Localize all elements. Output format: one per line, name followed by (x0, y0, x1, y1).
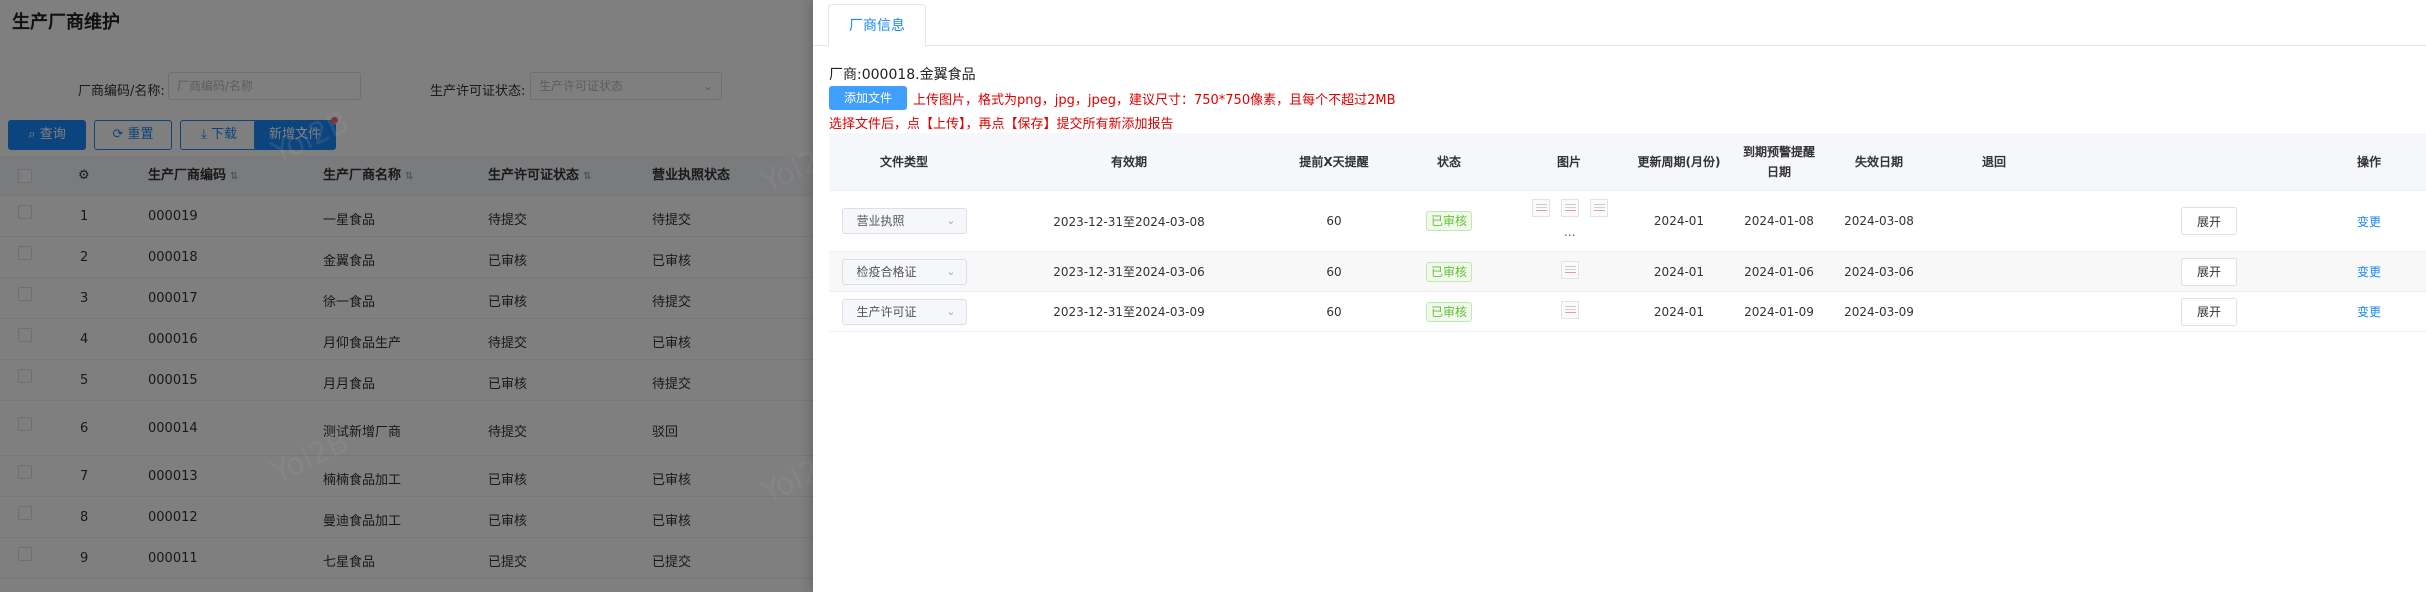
status-badge: 已审核 (1425, 301, 1472, 322)
file-type-value: 生产许可证 (856, 304, 917, 319)
expand-button[interactable]: 展开 (2181, 297, 2237, 326)
expiry-cell: 2024-03-09 (1844, 304, 1914, 319)
col-image: 图片 (1556, 155, 1581, 169)
col-file-type: 文件类型 (879, 155, 928, 169)
col-cycle: 更新周期(月份) (1637, 155, 1721, 169)
image-thumbnail[interactable] (1561, 199, 1579, 217)
validity-cell: 2023-12-31至2024-03-06 (1053, 265, 1205, 279)
image-cell (1509, 252, 1629, 291)
validity-cell: 2023-12-31至2024-03-08 (1053, 214, 1205, 229)
vendor-info-drawer: 厂商信息 厂商:000018.金翼食品 添加文件 上传图片，格式为png，jpg… (813, 0, 2426, 592)
remind-days-cell: 60 (1326, 264, 1342, 279)
file-type-cell: 检疫合格证 ⌄ (829, 252, 979, 291)
expand-cell: 展开 (2159, 292, 2259, 331)
file-type-cell: 营业执照 ⌄ (829, 191, 979, 251)
submit-hint: 选择文件后，点【上传】，再点【保存】提交所有新添加报告 (829, 117, 1174, 132)
file-row: 生产许可证 ⌄ 2023-12-31至2024-03-09 60 已审核 2024… (829, 292, 2426, 332)
expand-button[interactable]: 展开 (2181, 257, 2237, 286)
vendor-title: 厂商:000018.金翼食品 (829, 67, 976, 83)
file-type-value: 营业执照 (856, 214, 905, 228)
image-thumbnails (1549, 260, 1589, 283)
action-cell: 变更 (2319, 191, 2419, 251)
warn-date-cell: 2024-01-09 (1744, 304, 1814, 319)
chevron-down-icon: ⌄ (946, 304, 956, 318)
col-rollback: 退回 (1981, 155, 2006, 169)
remind-days-cell: 60 (1326, 214, 1342, 228)
add-file-button[interactable]: 添加文件 (829, 86, 907, 110)
image-thumbnail[interactable] (1561, 260, 1579, 279)
file-type-select[interactable]: 营业执照 ⌄ (841, 208, 967, 234)
tab-vendor-info[interactable]: 厂商信息 (828, 4, 926, 47)
file-table-header: 文件类型 有效期 提前X天提醒 状态 图片 更新周期(月份) 到期预警提醒日期 … (829, 133, 2426, 191)
image-thumbnail[interactable] (1561, 300, 1579, 319)
cycle-cell: 2024-01 (1653, 214, 1705, 228)
image-cell (1509, 292, 1629, 331)
change-link[interactable]: 变更 (2357, 303, 2381, 320)
status-cell: 已审核 (1389, 252, 1509, 291)
cycle-cell: 2024-01 (1653, 304, 1705, 319)
cycle-cell: 2024-01 (1653, 264, 1705, 279)
file-type-select[interactable]: 检疫合格证 ⌄ (841, 258, 967, 285)
expand-cell: 展开 (2159, 252, 2259, 291)
col-expiry: 失效日期 (1854, 155, 1903, 169)
col-action: 操作 (2356, 155, 2381, 169)
file-table: 文件类型 有效期 提前X天提醒 状态 图片 更新周期(月份) 到期预警提醒日期 … (829, 133, 2426, 332)
col-status: 状态 (1436, 155, 1461, 169)
status-cell: 已审核 (1389, 292, 1509, 331)
status-badge: 已审核 (1425, 261, 1472, 282)
expiry-cell: 2024-03-06 (1844, 264, 1914, 279)
drawer-tabs: 厂商信息 (813, 0, 2426, 47)
file-type-select[interactable]: 生产许可证 ⌄ (841, 298, 967, 325)
image-thumbnail[interactable] (1532, 199, 1550, 217)
expiry-cell: 2024-03-08 (1844, 214, 1914, 228)
warn-date-cell: 2024-01-06 (1744, 264, 1814, 279)
remind-days-cell: 60 (1326, 304, 1342, 319)
image-thumbnails: ... (1529, 199, 1609, 243)
col-validity: 有效期 (1110, 155, 1147, 169)
warn-date-cell: 2024-01-08 (1744, 214, 1814, 228)
file-row: 检疫合格证 ⌄ 2023-12-31至2024-03-06 60 已审核 2024… (829, 252, 2426, 292)
validity-cell: 2023-12-31至2024-03-09 (1053, 305, 1205, 319)
chevron-down-icon: ⌄ (946, 214, 956, 227)
file-type-cell: 生产许可证 ⌄ (829, 292, 979, 331)
image-thumbnails (1549, 300, 1589, 323)
action-cell: 变更 (2319, 292, 2419, 331)
more-images-indicator[interactable]: ... (1564, 225, 1575, 239)
upload-hint: 上传图片，格式为png，jpg，jpeg，建议尺寸：750*750像素，且每个不… (913, 93, 1396, 108)
change-link[interactable]: 变更 (2357, 213, 2381, 230)
status-badge: 已审核 (1425, 211, 1472, 231)
file-row: 营业执照 ⌄ 2023-12-31至2024-03-08 60 已审核 ... 2… (829, 191, 2426, 252)
status-cell: 已审核 (1389, 191, 1509, 251)
image-cell: ... (1509, 191, 1629, 251)
file-type-value: 检疫合格证 (856, 264, 917, 279)
chevron-down-icon: ⌄ (946, 264, 956, 278)
action-cell: 变更 (2319, 252, 2419, 291)
col-remind-days: 提前X天提醒 (1299, 155, 1369, 169)
image-thumbnail[interactable] (1590, 199, 1608, 217)
col-warn-date: 到期预警提醒日期 (1742, 145, 1815, 179)
change-link[interactable]: 变更 (2357, 263, 2381, 280)
expand-button[interactable]: 展开 (2181, 207, 2237, 235)
expand-cell: 展开 (2159, 191, 2259, 251)
